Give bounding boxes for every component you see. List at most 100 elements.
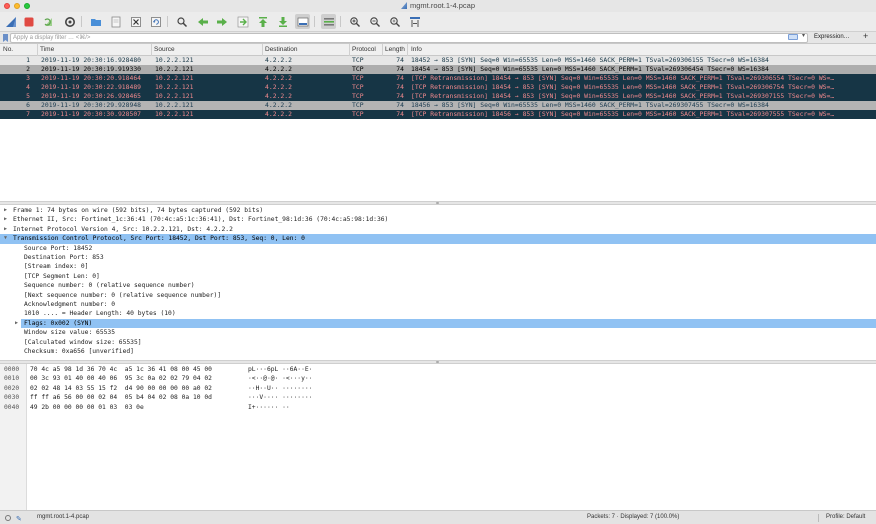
packet-details-pane[interactable]: ▶ Frame 1: 74 bytes on wire (592 bits), 7… [0,205,876,360]
packet-row[interactable]: 2 2019-11-19 20:30:19.919330 10.2.2.121 4.2… [0,65,876,74]
bookmark-icon[interactable] [3,34,8,42]
hex-bytes[interactable]: 70 4c a5 98 1d 36 70 4c a5 1c 36 41 08 0… [30,365,212,374]
window-title: mgmt.root.1-4.pcap [0,1,876,11]
hex-bytes[interactable]: 02 02 48 14 03 55 15 f2 d4 90 00 00 00 0… [30,384,212,393]
column-header-time[interactable]: Time [40,46,54,53]
display-filter-bar: Apply a display filter … <⌘/> ▾ Expressi… [0,31,876,44]
hex-bytes[interactable]: ff ff a6 56 00 00 02 04 05 b4 04 02 08 0… [30,393,212,402]
column-divider[interactable] [151,44,152,56]
column-header-protocol[interactable]: Protocol [352,46,376,53]
packet-row[interactable]: 6 2019-11-19 20:30:29.928948 10.2.2.121 4.2… [0,101,876,110]
column-divider[interactable] [262,44,263,56]
ascii-bytes[interactable]: ··H··U·· ········ [248,384,312,393]
restart-capture-button[interactable] [40,14,55,29]
autoscroll-button[interactable] [295,14,310,29]
ascii-bytes[interactable]: pL···6pL ··6A··E· [248,365,312,374]
open-file-button[interactable] [88,14,103,29]
ascii-bytes[interactable]: ···V···· ········ [248,393,312,402]
packet-bytes-pane[interactable]: 0000 70 4c a5 98 1d 36 70 4c a5 1c 36 41 … [0,364,876,510]
ascii-bytes[interactable]: ·<··@·@· ·<···y·· [248,374,312,383]
packet-source: 10.2.2.121 [155,56,194,64]
column-header-no[interactable]: No. [3,46,13,53]
zoom-reset-icon [389,16,400,27]
detail-tree-item[interactable]: Window size value: 65535 [0,328,876,337]
expanded-triangle-icon[interactable]: ▼ [4,234,7,243]
packet-row[interactable]: 4 2019-11-19 20:30:22.918489 10.2.2.121 4.2… [0,83,876,92]
display-filter-input[interactable]: Apply a display filter … <⌘/> [10,33,808,43]
detail-tree-item[interactable]: ▶ Internet Protocol Version 4, Src: 10.2.… [0,225,876,234]
colorize-button[interactable] [321,14,336,29]
detail-tree-item[interactable]: Source Port: 18452 [0,244,876,253]
detail-tree-item[interactable]: Sequence number: 0 (relative sequence nu… [0,281,876,290]
collapsed-triangle-icon[interactable]: ▶ [4,206,7,215]
column-divider[interactable] [407,44,408,56]
ready-status-icon[interactable] [5,515,11,521]
expression-button[interactable]: Expression… [814,33,850,42]
resize-columns-button[interactable] [407,14,422,29]
splitter-handle[interactable] [436,202,439,204]
detail-tree-item[interactable]: [Stream index: 0] [0,262,876,271]
save-file-button[interactable] [108,14,123,29]
toolbar-separator [81,16,82,27]
resize-columns-icon [409,16,420,27]
reload-file-button[interactable] [148,14,163,29]
packet-length: 74 [396,83,404,91]
column-header-source[interactable]: Source [154,46,175,53]
normal-size-button[interactable] [387,14,402,29]
ascii-bytes[interactable]: I+······ ·· [248,403,290,412]
go-forward-button[interactable] [214,14,229,29]
detail-tree-item[interactable]: Destination Port: 853 [0,253,876,262]
hex-bytes[interactable]: 49 2b 00 00 00 00 01 03 03 0e [30,403,144,412]
column-header-destination[interactable]: Destination [265,46,298,53]
filter-placeholder: Apply a display filter … <⌘/> [13,35,91,41]
find-packet-button[interactable] [174,14,189,29]
detail-tree-item[interactable]: ▼ Transmission Control Protocol, Src Port… [0,234,876,244]
collapsed-triangle-icon[interactable]: ▶ [4,215,7,224]
packet-row[interactable]: 5 2019-11-19 20:30:26.928465 10.2.2.121 4.2… [0,92,876,101]
close-file-button[interactable] [128,14,143,29]
column-divider[interactable] [349,44,350,56]
filter-history-dropdown-icon[interactable]: ▾ [802,32,805,39]
go-last-packet-button[interactable] [275,14,290,29]
packet-row[interactable]: 1 2019-11-19 20:30:16.928480 10.2.2.121 4.2… [0,56,876,65]
detail-tree-item[interactable]: Checksum: 0xa656 [unverified] [0,347,876,356]
packet-time: 2019-11-19 20:30:16.928480 [41,56,142,64]
capture-options-button[interactable] [62,14,77,29]
collapsed-triangle-icon[interactable]: ▶ [4,225,7,234]
splitter-handle[interactable] [436,361,439,363]
edit-comment-icon[interactable]: ✎ [16,513,22,524]
add-filter-button[interactable]: + [863,31,868,41]
zoom-in-button[interactable] [347,14,362,29]
autoscroll-icon [297,17,308,26]
packet-row[interactable]: 7 2019-11-19 20:30:30.928507 10.2.2.121 4.2… [0,110,876,119]
column-header-length[interactable]: Length [385,46,405,53]
start-capture-button[interactable] [3,14,18,29]
detail-tree-item[interactable]: ▶ Ethernet II, Src: Fortinet_1c:36:41 (70… [0,215,876,224]
packet-info: 18454 → 853 [SYN] Seq=0 Win=65535 Len=0 … [411,65,769,73]
go-first-packet-button[interactable] [255,14,270,29]
column-divider[interactable] [382,44,383,56]
go-back-button[interactable] [195,14,210,29]
detail-tree-item[interactable]: [Calculated window size: 65535] [0,338,876,347]
packet-row[interactable]: 3 2019-11-19 20:30:20.918464 10.2.2.121 4.2… [0,74,876,83]
column-divider[interactable] [37,44,38,56]
stop-capture-button[interactable] [21,14,36,29]
detail-tree-item[interactable]: 1010 .... = Header Length: 40 bytes (10) [0,309,876,318]
detail-tree-item[interactable]: ▶ Frame 1: 74 bytes on wire (592 bits), 7… [0,206,876,215]
packet-list[interactable]: No. Time Source Destination Protocol Len… [0,44,876,201]
detail-tree-label: Frame 1: 74 bytes on wire (592 bits), 74… [13,207,264,214]
detail-tree-item[interactable]: [TCP Segment Len: 0] [0,272,876,281]
status-profile[interactable]: Profile: Default [826,511,865,524]
detail-tree-item[interactable]: ▶ Flags: 0x002 (SYN) [15,318,876,329]
collapsed-triangle-icon[interactable]: ▶ [15,319,18,328]
hex-bytes[interactable]: 00 3c 93 01 40 00 40 06 95 3c 0a 02 02 7… [30,374,212,383]
colorize-lines-icon [323,17,334,26]
column-header-info[interactable]: Info [411,46,422,53]
toolbar-separator [340,16,341,27]
go-to-packet-button[interactable] [235,14,250,29]
detail-tree-item[interactable]: [Next sequence number: 0 (relative seque… [0,291,876,300]
detail-tree-item[interactable]: Acknowledgment number: 0 [0,300,876,309]
apply-filter-arrow-icon[interactable] [788,34,798,40]
packet-destination: 4.2.2.2 [265,56,292,64]
zoom-out-button[interactable] [367,14,382,29]
